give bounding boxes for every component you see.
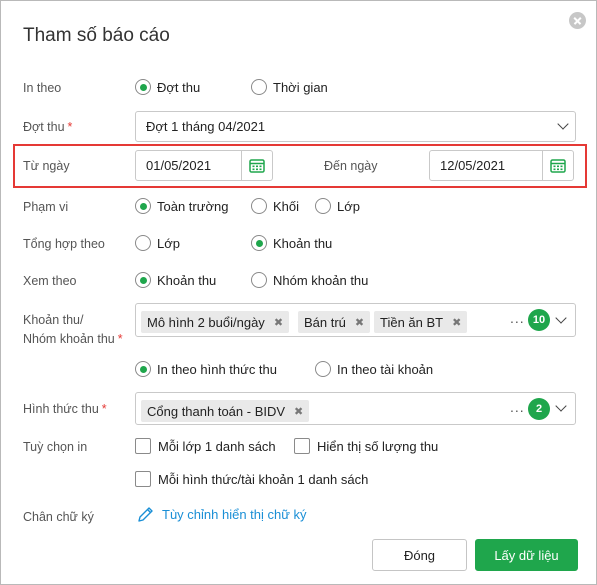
radio-selected-icon	[135, 79, 151, 95]
dot-thu-value: Đợt 1 tháng 04/2021	[146, 119, 266, 134]
radio-unselected-icon	[251, 272, 267, 288]
radio-in-theo-dot-thu[interactable]: Đợt thu	[135, 79, 200, 95]
checkbox-hien-thi-so-luong[interactable]: Hiển thị số lượng thu	[294, 438, 438, 454]
checkbox-label: Mỗi hình thức/tài khoản 1 danh sách	[158, 471, 369, 487]
radio-selected-icon	[135, 361, 151, 377]
checkbox-unchecked-icon	[294, 438, 310, 454]
checkbox-unchecked-icon	[135, 438, 151, 454]
radio-label: In theo hình thức thu	[157, 361, 278, 377]
radio-in-theo-hinh-thuc-thu[interactable]: In theo hình thức thu	[135, 361, 277, 377]
radio-in-theo-thoi-gian[interactable]: Thời gian	[251, 79, 328, 95]
tag-chip: Cổng thanh toán - BIDV ✖	[141, 400, 310, 422]
selected-count-badge: 10	[528, 309, 550, 331]
radio-label: Lớp	[337, 198, 360, 214]
radio-label: Khoản thu	[273, 235, 333, 251]
customize-signature-link[interactable]: Tùy chỉnh hiển thị chữ ký	[137, 506, 307, 523]
radio-label: Lớp	[157, 235, 180, 251]
pham-vi-label: Phạm vi	[23, 200, 69, 214]
checkbox-label: Hiển thị số lượng thu	[317, 438, 439, 454]
radio-selected-icon	[135, 272, 151, 288]
chevron-down-icon	[555, 312, 567, 324]
tu-ngay-input[interactable]: 01/05/2021	[135, 150, 273, 181]
checkbox-unchecked-icon	[135, 471, 151, 487]
tag-chip: Mô hình 2 buổi/ngày ✖	[141, 311, 290, 333]
checkbox-label: Mỗi lớp 1 danh sách	[158, 438, 276, 454]
radio-label: In theo tài khoản	[337, 361, 434, 377]
chevron-down-icon	[557, 118, 569, 130]
dialog-title: Tham số báo cáo	[23, 25, 170, 46]
radio-pham-vi-khoi[interactable]: Khối	[251, 198, 299, 214]
close-button[interactable]: Đóng	[372, 539, 467, 571]
xem-theo-label: Xem theo	[23, 274, 77, 288]
radio-xem-theo-khoan-thu[interactable]: Khoản thu	[135, 272, 216, 288]
radio-label: Nhóm khoản thu	[273, 272, 369, 288]
report-parameters-dialog: Tham số báo cáo In theo Đợt thu Thời gia…	[0, 0, 597, 585]
checkbox-moi-lop[interactable]: Mỗi lớp 1 danh sách	[135, 438, 276, 454]
close-icon[interactable]	[569, 12, 586, 29]
radio-pham-vi-lop[interactable]: Lớp	[315, 198, 360, 214]
calendar-icon[interactable]	[241, 151, 272, 180]
chan-chu-ky-label: Chân chữ ký	[23, 510, 94, 524]
radio-unselected-icon	[251, 198, 267, 214]
dot-thu-label: Đợt thu *	[23, 120, 73, 134]
radio-unselected-icon	[315, 198, 331, 214]
more-indicator: ...	[510, 310, 525, 326]
get-data-button[interactable]: Lấy dữ liệu	[475, 539, 578, 571]
tag-chip: Tiền ăn BT ✖	[374, 311, 468, 333]
radio-label: Khối	[273, 198, 300, 214]
tuy-chon-in-label: Tuỳ chọn in	[23, 440, 88, 454]
radio-tong-hop-khoan-thu[interactable]: Khoản thu	[251, 235, 332, 251]
radio-selected-icon	[251, 235, 267, 251]
in-theo-label: In theo	[23, 81, 62, 95]
selected-count-badge: 2	[528, 398, 550, 420]
radio-label: Thời gian	[273, 79, 328, 95]
remove-tag-icon[interactable]: ✖	[274, 316, 283, 329]
calendar-icon[interactable]	[542, 151, 573, 180]
link-text: Tùy chỉnh hiển thị chữ ký	[162, 507, 307, 522]
radio-label: Khoản thu	[157, 272, 217, 288]
den-ngay-label: Đến ngày	[324, 159, 378, 173]
tu-ngay-value: 01/05/2021	[146, 158, 212, 173]
radio-pham-vi-toan-truong[interactable]: Toàn trường	[135, 198, 228, 214]
remove-tag-icon[interactable]: ✖	[355, 316, 364, 329]
remove-tag-icon[interactable]: ✖	[452, 316, 461, 329]
radio-label: Đợt thu	[157, 79, 201, 95]
radio-unselected-icon	[251, 79, 267, 95]
radio-unselected-icon	[135, 235, 151, 251]
checkbox-moi-hinh-thuc[interactable]: Mỗi hình thức/tài khoản 1 danh sách	[135, 471, 368, 487]
hinh-thuc-thu-multiselect[interactable]: Cổng thanh toán - BIDV ✖ ... 2	[135, 392, 576, 425]
radio-xem-theo-nhom-khoan-thu[interactable]: Nhóm khoản thu	[251, 272, 368, 288]
radio-unselected-icon	[315, 361, 331, 377]
chevron-down-icon	[555, 400, 567, 412]
radio-selected-icon	[135, 198, 151, 214]
den-ngay-input[interactable]: 12/05/2021	[429, 150, 574, 181]
khoan-thu-label: Khoản thu/ Nhóm khoản thu *	[23, 313, 123, 346]
dot-thu-select[interactable]: Đợt 1 tháng 04/2021	[135, 111, 576, 142]
remove-tag-icon[interactable]: ✖	[294, 405, 303, 418]
hinh-thuc-thu-label: Hình thức thu *	[23, 402, 107, 416]
khoan-thu-multiselect[interactable]: Mô hình 2 buổi/ngày ✖ Bán trú ✖ Tiền ăn BT…	[135, 303, 576, 337]
tu-ngay-label: Từ ngày	[23, 159, 70, 173]
more-indicator: ...	[510, 399, 525, 415]
den-ngay-value: 12/05/2021	[440, 158, 506, 173]
pencil-icon	[138, 507, 153, 522]
tong-hop-theo-label: Tổng hợp theo	[23, 237, 105, 251]
radio-in-theo-tai-khoan[interactable]: In theo tài khoản	[315, 361, 433, 377]
radio-tong-hop-lop[interactable]: Lớp	[135, 235, 180, 251]
tag-chip: Bán trú ✖	[298, 311, 371, 333]
radio-label: Toàn trường	[157, 198, 229, 214]
